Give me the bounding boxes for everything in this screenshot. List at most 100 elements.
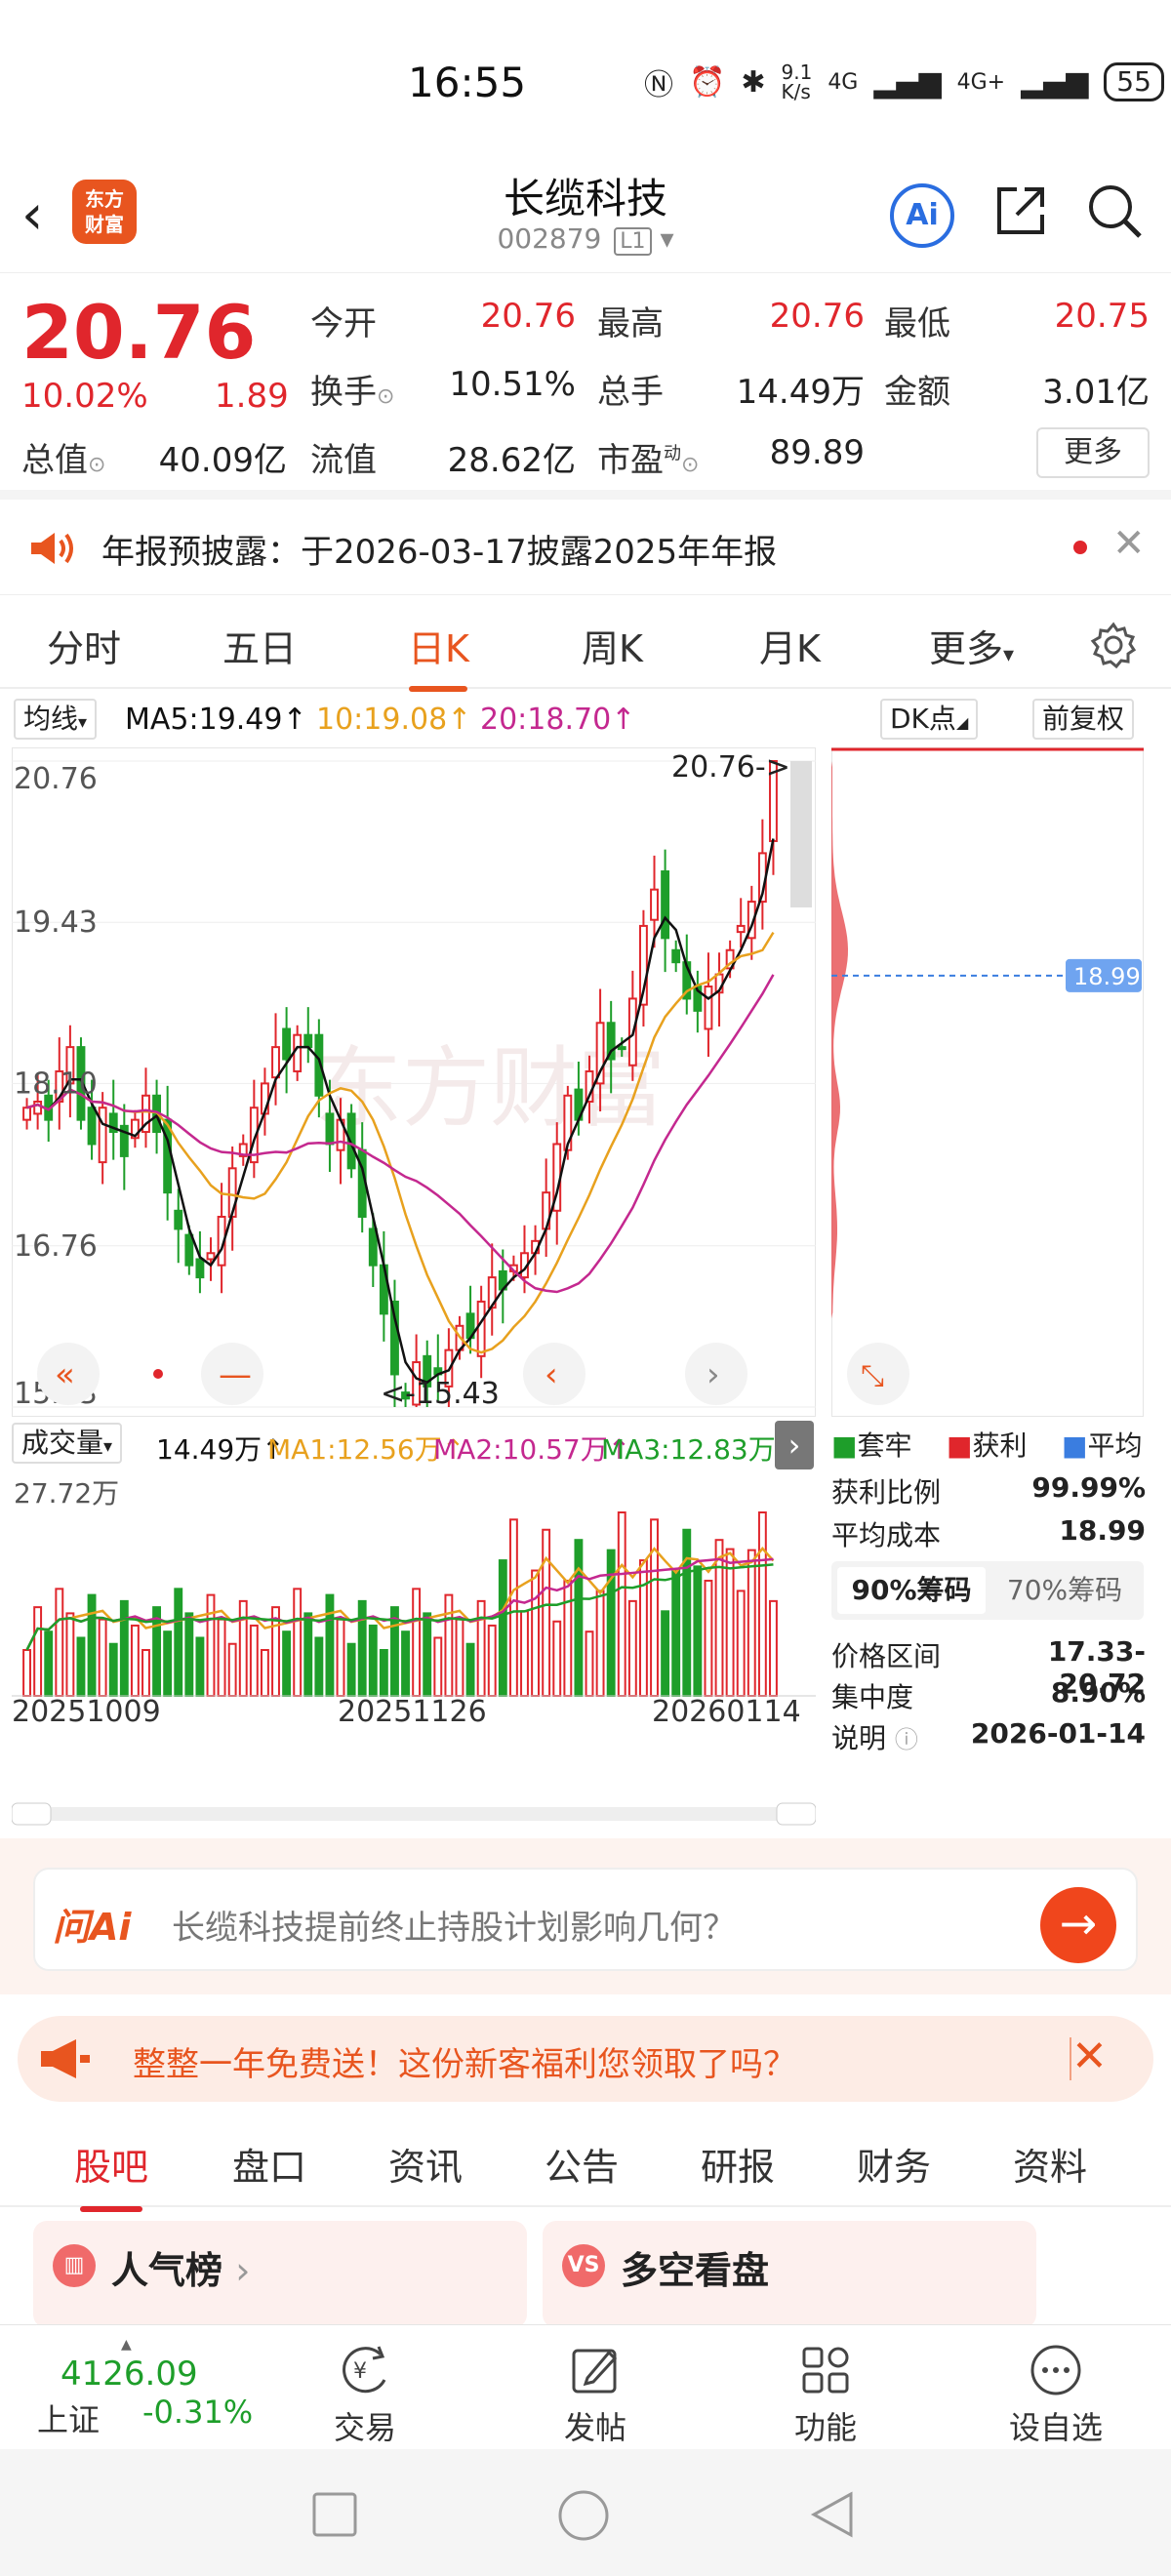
ma5-value: MA5:19.49↑ [125, 703, 307, 737]
chart-scrollbar[interactable] [12, 1801, 816, 1827]
popularity-card[interactable]: ▥ 人气榜 › [33, 2221, 527, 2328]
indicator-select[interactable]: 均线▾ [14, 699, 98, 740]
volume-bar [33, 1606, 43, 1697]
tab-forum[interactable]: 股吧 [74, 2137, 148, 2212]
volume-bar [736, 1590, 746, 1697]
volume-bar [357, 1599, 367, 1697]
nav-trade[interactable]: ¥ 交易 [306, 2343, 424, 2448]
chevron-right-icon[interactable]: › [775, 1421, 814, 1469]
info-icon[interactable]: ⓘ [895, 1726, 918, 1753]
date-label: 20251009 [12, 1695, 161, 1723]
popularity-title: 人气榜 › [111, 2249, 251, 2292]
volume-bar [476, 1599, 486, 1697]
signal-4g-plus: 4G+ [956, 69, 1006, 95]
candle-body [368, 1228, 378, 1267]
tab-research[interactable]: 研报 [701, 2137, 775, 2191]
volume-bar [22, 1649, 31, 1697]
volume-bar [260, 1649, 269, 1697]
marker-dot [153, 1369, 163, 1379]
amount-label: 金额 [884, 373, 950, 412]
chip-distribution-chart[interactable]: 18.99 ⤡ [831, 747, 1144, 1417]
arrow-right-icon[interactable]: → [1040, 1887, 1116, 1963]
nav-post[interactable]: 发帖 [537, 2343, 654, 2448]
tab-announcements[interactable]: 公告 [545, 2137, 619, 2191]
tab-chip-70[interactable]: 70%筹码 [991, 1567, 1138, 1614]
system-nav-bar [0, 2449, 1171, 2576]
chevron-left-icon: ‹ [545, 1355, 558, 1394]
tab-profile[interactable]: 资料 [1013, 2137, 1087, 2191]
volume-bar [769, 1599, 778, 1697]
candle-body [704, 986, 713, 1030]
more-dots-icon [1030, 2345, 1081, 2395]
promo-banner[interactable]: 整整一年免费送！这份新客福利您领取了吗？ ✕ [18, 2016, 1153, 2102]
megaphone-icon [41, 2039, 90, 2078]
close-icon[interactable]: ✕ [1071, 2032, 1108, 2081]
last-price: 20.76 [21, 289, 257, 376]
battery-icon: 55 [1104, 62, 1164, 101]
volume-bar [55, 1588, 64, 1697]
nav-functions-label: 功能 [793, 2409, 857, 2446]
nav-functions[interactable]: 功能 [767, 2343, 884, 2448]
home-icon[interactable] [556, 2488, 611, 2543]
back-icon[interactable] [808, 2490, 857, 2539]
volume-bar [336, 1618, 345, 1698]
volume-select[interactable]: 成交量▾ [12, 1423, 123, 1464]
recents-icon[interactable] [310, 2490, 359, 2539]
vol-ma3: MA3:12.83万↓ [601, 1433, 799, 1466]
ai-assistant-button[interactable]: Ai [890, 183, 954, 248]
scroll-handle-right[interactable] [776, 1802, 816, 1826]
tab-monthly-k[interactable]: 月K [759, 619, 821, 672]
concentration-value: 8.90% [1050, 1676, 1146, 1709]
dk-point-select[interactable]: DK点◢ [880, 699, 979, 740]
share-icon[interactable] [991, 181, 1050, 240]
notice-bar[interactable]: 年报预披露：于2026-03-17披露2025年年报 ✕ [0, 500, 1171, 595]
pe-value: 89.89 [769, 433, 865, 472]
tab-five-day[interactable]: 五日 [222, 619, 297, 672]
bull-bear-card[interactable]: VS 多空看盘 [543, 2221, 1036, 2328]
pe-label: 市盈动⊙ [597, 441, 700, 480]
candle-body [98, 1107, 107, 1164]
float-cap-value: 28.62亿 [447, 441, 576, 480]
volume-max-label: 27.72万 [14, 1477, 119, 1509]
volume-bar [163, 1630, 173, 1697]
tab-more[interactable]: 更多▾ [929, 619, 1014, 672]
scroll-handle-left[interactable] [12, 1802, 52, 1826]
close-icon[interactable]: ✕ [1112, 521, 1146, 566]
volume-bar [368, 1624, 378, 1697]
adjust-select[interactable]: 前复权 [1032, 699, 1135, 740]
note-label: 说明 ⓘ [831, 1722, 918, 1754]
quote-panel: 20.76 10.02% 1.89 今开 20.76 最高 20.76 最低 2… [0, 275, 1171, 500]
volume-bar [76, 1636, 86, 1697]
nav-trade-label: 交易 [333, 2409, 396, 2446]
ask-ai-input[interactable]: 问Ai 长缆科技提前终止持股计划影响几何？ → [33, 1868, 1138, 1971]
volume-bar [141, 1649, 150, 1697]
volume-bar [195, 1636, 205, 1697]
low-label: 最低 [884, 304, 950, 343]
tab-chip-90[interactable]: 90%筹码 [837, 1567, 986, 1614]
index-value: 4126.09 [61, 2355, 198, 2394]
volume-bar [617, 1511, 626, 1697]
volume-bar [661, 1610, 670, 1697]
index-name: 上证 [37, 2401, 101, 2438]
tab-intraday[interactable]: 分时 [47, 619, 121, 672]
search-icon[interactable] [1085, 181, 1144, 240]
tab-order-book[interactable]: 盘口 [232, 2137, 306, 2191]
volume-bar [87, 1593, 97, 1698]
volume-indicator-row: 成交量▾ 14.49万↑ MA1:12.56万↑ MA2:10.57万↑ MA3… [0, 1419, 820, 1469]
candlestick-chart[interactable]: 东方财富 20.7619.4318.1016.7615.43 20.76-> <… [12, 747, 816, 1417]
volume-chart: 27.72万 20251009 20251126 20260114 [12, 1469, 816, 1723]
candle-body [661, 870, 670, 940]
nav-add-watchlist[interactable]: 设自选 [997, 2343, 1114, 2448]
tab-financials[interactable]: 财务 [857, 2137, 931, 2191]
more-quote-button[interactable]: 更多 [1036, 427, 1150, 478]
tab-weekly-k[interactable]: 周K [582, 619, 643, 672]
tab-daily-k[interactable]: 日K [408, 619, 469, 692]
volume-bar [303, 1612, 313, 1697]
ask-ai-section: 问Ai 长缆科技提前终止持股计划影响几何？ → [0, 1838, 1171, 1994]
signal-icon-2: ▂▄▆ [1021, 64, 1089, 100]
volume-bar [520, 1610, 529, 1697]
info-tabs: 股吧 盘口 资讯 公告 研报 财务 资料 [0, 2113, 1171, 2212]
gear-icon[interactable] [1089, 621, 1138, 669]
tab-news[interactable]: 资讯 [388, 2137, 463, 2191]
volume-bar [574, 1539, 584, 1697]
